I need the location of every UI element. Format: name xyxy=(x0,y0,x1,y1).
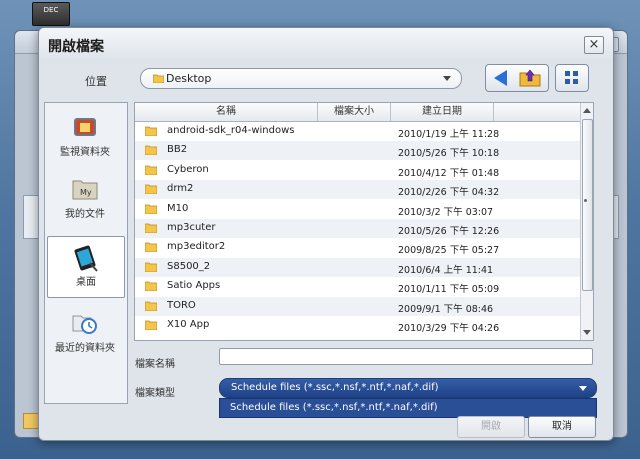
scroll-grip-icon xyxy=(584,199,587,202)
location-dropdown[interactable]: Desktop xyxy=(140,68,462,89)
place-recent-folders[interactable]: 最近的資料夾 xyxy=(47,303,123,363)
location-label: 位置 xyxy=(85,75,107,88)
file-date: 2010/6/4 上午 11:41 xyxy=(398,264,494,276)
file-row[interactable]: Satio Apps 2010/1/11 下午 05:09 xyxy=(135,277,581,296)
place-monitored-folder[interactable]: 監視資料夾 xyxy=(47,107,123,167)
folder-icon xyxy=(145,320,157,330)
file-row[interactable]: BB2 2010/5/26 下午 10:18 xyxy=(135,141,581,161)
place-label: 最近的資料夾 xyxy=(55,343,115,354)
folder-icon xyxy=(153,74,164,83)
scroll-thumb[interactable] xyxy=(582,119,593,291)
file-name: S8500_2 xyxy=(167,260,211,272)
desktop-icon xyxy=(73,245,99,272)
file-row[interactable]: mp3editor2 2009/8/25 下午 05:27 xyxy=(135,238,581,257)
location-value: Desktop xyxy=(166,72,212,85)
filetype-option[interactable]: Schedule files (*.ssc,*.nsf,*.ntf,*.naf,… xyxy=(219,398,597,418)
cancel-button[interactable]: 取消 xyxy=(528,416,596,438)
folder-icon xyxy=(145,165,157,175)
folder-icon xyxy=(145,242,157,253)
grid-view-icon xyxy=(565,71,578,84)
filetype-dropdown[interactable]: Schedule files (*.ssc,*.nsf,*.ntf,*.naf,… xyxy=(219,378,597,398)
file-date: 2010/3/29 下午 04:26 xyxy=(398,323,500,334)
file-name: X10 App xyxy=(167,319,210,330)
place-label: 我的文件 xyxy=(65,209,105,220)
chevron-down-icon xyxy=(443,76,451,81)
file-date: 2010/4/12 下午 01:48 xyxy=(398,167,500,179)
place-desktop[interactable]: 桌面 xyxy=(47,236,125,298)
calendar-app-label: DEC xyxy=(43,6,59,14)
folder-icon xyxy=(145,145,157,156)
folder-icon xyxy=(145,301,157,311)
dialog-title: 開啟檔案 xyxy=(48,39,104,55)
file-name: mp3cuter xyxy=(167,222,216,233)
file-row[interactable]: M10 2010/3/2 下午 03:07 xyxy=(135,200,581,219)
places-sidebar: 監視資料夾 My 我的文件 桌面 最近的資料夾 xyxy=(44,102,128,404)
file-date: 2010/1/19 上午 11:28 xyxy=(398,129,500,140)
monitored-folder-icon xyxy=(72,115,98,139)
view-menu-button[interactable] xyxy=(555,64,589,92)
my-documents-icon: My xyxy=(72,177,98,201)
calendar-app-icon[interactable]: DEC xyxy=(32,2,70,26)
folder-icon xyxy=(145,262,157,272)
file-date: 2009/8/25 下午 05:27 xyxy=(398,245,500,257)
place-label: 桌面 xyxy=(76,277,96,288)
filetype-option-label: Schedule files (*.ssc,*.nsf,*.ntf,*.naf,… xyxy=(230,402,438,413)
file-name: Satio Apps xyxy=(167,280,221,292)
column-header-name[interactable]: 名稱 xyxy=(135,103,318,121)
file-date: 2010/5/26 下午 12:26 xyxy=(398,226,500,237)
recent-folders-icon xyxy=(72,311,98,335)
filename-input[interactable] xyxy=(219,348,593,365)
file-name: M10 xyxy=(167,202,189,214)
filename-label: 檔案名稱 xyxy=(135,359,175,370)
file-list: 名稱 檔案大小 建立日期 android-sdk_r04-windows 2010… xyxy=(134,102,594,341)
file-row[interactable]: S8500_2 2010/6/4 上午 11:41 xyxy=(135,257,581,277)
file-date: 2010/1/11 下午 05:09 xyxy=(398,284,500,296)
svg-text:My: My xyxy=(80,188,92,197)
up-folder-icon[interactable] xyxy=(519,68,541,87)
file-list-header: 名稱 檔案大小 建立日期 xyxy=(135,103,581,122)
scroll-up-icon[interactable] xyxy=(583,108,591,113)
folder-icon xyxy=(145,126,157,136)
folder-icon xyxy=(145,281,157,292)
navigation-buttons xyxy=(485,64,549,92)
file-row[interactable]: mp3cuter 2010/5/26 下午 12:26 xyxy=(135,219,581,238)
column-header-size[interactable]: 檔案大小 xyxy=(318,103,391,121)
file-row[interactable]: Cyberon 2010/4/12 下午 01:48 xyxy=(135,161,581,180)
scroll-down-icon[interactable] xyxy=(583,330,591,335)
open-file-dialog: 開啟檔案 × 位置 Desktop 監視資料夾 My 我的文件 桌面 最近的資料… xyxy=(38,27,614,441)
open-button[interactable]: 開啟 xyxy=(457,416,525,438)
file-name: Cyberon xyxy=(167,163,209,175)
close-button[interactable]: × xyxy=(584,36,604,54)
vertical-scrollbar[interactable] xyxy=(580,103,593,340)
file-date: 2010/5/26 下午 10:18 xyxy=(398,148,500,160)
place-label: 監視資料夾 xyxy=(60,147,110,158)
folder-icon xyxy=(145,223,157,233)
place-my-documents[interactable]: My 我的文件 xyxy=(47,169,123,229)
file-name: android-sdk_r04-windows xyxy=(167,125,295,136)
folder-icon xyxy=(145,184,157,195)
column-header-date[interactable]: 建立日期 xyxy=(391,103,494,121)
file-date: 2010/3/2 下午 03:07 xyxy=(398,206,494,218)
chevron-down-icon xyxy=(579,386,587,391)
filetype-value: Schedule files (*.ssc,*.nsf,*.ntf,*.naf,… xyxy=(231,382,439,393)
dialog-titlebar: 開啟檔案 × xyxy=(39,28,613,62)
folder-icon xyxy=(145,204,157,214)
file-name: mp3editor2 xyxy=(167,241,226,253)
file-row[interactable]: TORO 2009/9/1 下午 08:46 xyxy=(135,296,581,316)
file-name: drm2 xyxy=(167,183,194,195)
file-row[interactable]: drm2 2010/2/26 下午 04:32 xyxy=(135,180,581,200)
file-row[interactable]: X10 App 2010/3/29 下午 04:26 xyxy=(135,316,581,335)
file-row[interactable]: android-sdk_r04-windows 2010/1/19 上午 11:2… xyxy=(135,122,581,141)
file-date: 2010/2/26 下午 04:32 xyxy=(398,187,500,199)
file-name: BB2 xyxy=(167,144,188,156)
file-date: 2009/9/1 下午 08:46 xyxy=(398,303,494,315)
file-name: TORO xyxy=(167,299,196,311)
filetype-label: 檔案類型 xyxy=(135,388,175,399)
back-arrow-icon[interactable] xyxy=(494,70,507,86)
